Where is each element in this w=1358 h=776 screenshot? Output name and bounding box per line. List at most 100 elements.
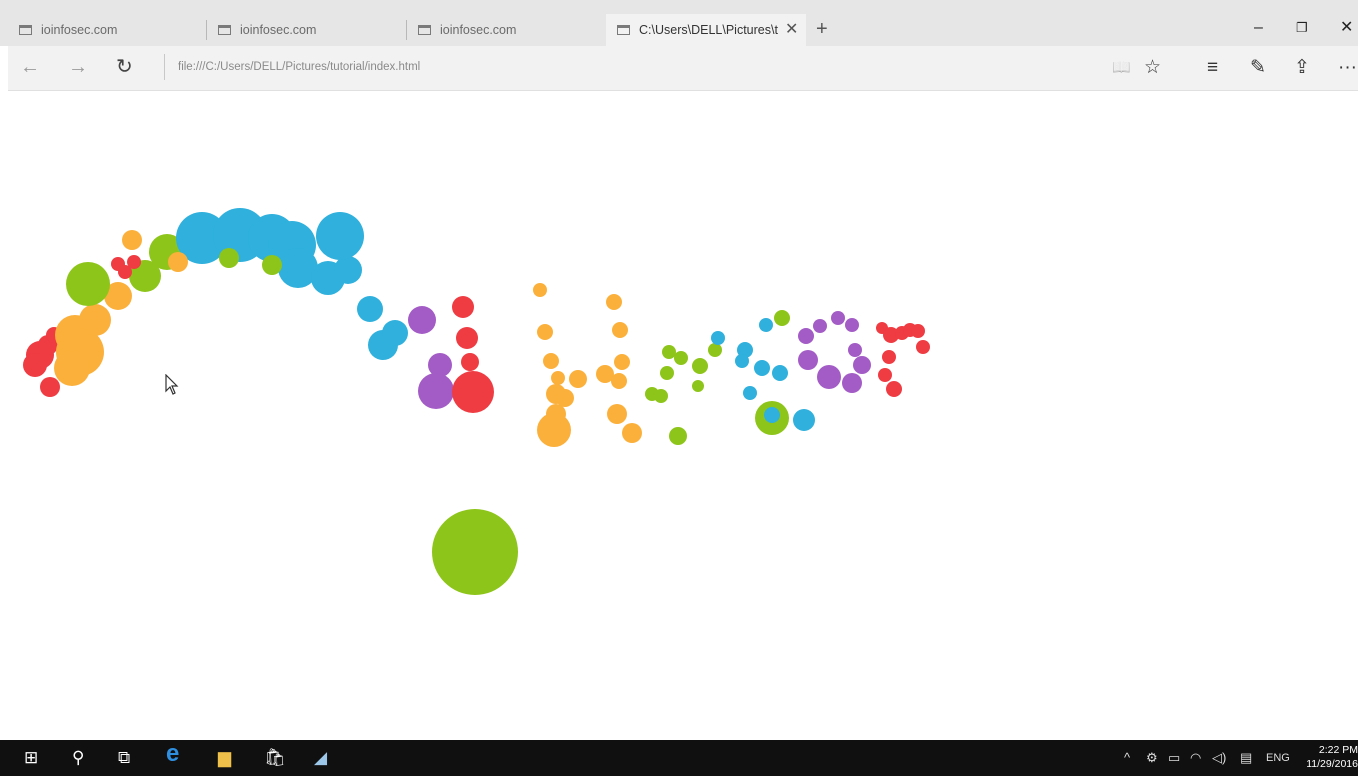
tab-icon (218, 25, 231, 35)
star-icon[interactable]: ☆ (1144, 56, 1161, 80)
bubble-orange (606, 294, 622, 310)
bubble-red (878, 368, 892, 382)
wifi-icon[interactable]: ◠ (1190, 750, 1201, 766)
bubble-orange (622, 423, 642, 443)
bubble-red (127, 255, 141, 269)
pen-icon[interactable]: ✎ (1250, 56, 1266, 80)
bubble-purple (817, 365, 841, 389)
close-icon[interactable]: ✕ (785, 20, 798, 40)
bubble-purple (798, 328, 814, 344)
title-bar: ioinfosec.com ioinfosec.com ioinfosec.co… (0, 0, 1358, 46)
tab-active[interactable]: C:\Users\DELL\Pictures\t (606, 14, 806, 46)
bubble-blue (764, 407, 780, 423)
hub-icon[interactable]: ≡ (1207, 56, 1218, 80)
bubble-orange (533, 283, 547, 297)
tab-icon (617, 25, 630, 35)
bubble-blue (743, 386, 757, 400)
bubble-blue (735, 354, 749, 368)
bubble-orange (556, 389, 574, 407)
bubble-blue (334, 256, 362, 284)
app-icon[interactable]: ◢ (314, 746, 327, 770)
bubble-red (882, 350, 896, 364)
task-view-icon[interactable]: ⧉ (118, 746, 130, 770)
bubble-purple (798, 350, 818, 370)
bubble-purple (408, 306, 436, 334)
bubble-blue (316, 212, 364, 260)
clock[interactable]: 2:22 PM 11/29/2016 (1306, 743, 1358, 771)
address-bar[interactable]: file:///C:/Users/DELL/Pictures/tutorial/… (178, 61, 420, 73)
bubble-green (669, 427, 687, 445)
back-icon[interactable]: ← (20, 54, 40, 80)
language-indicator[interactable]: ENG (1266, 750, 1290, 766)
bubble-blue (382, 320, 408, 346)
close-window-button[interactable]: ✕ (1340, 18, 1353, 38)
bubble-red (40, 377, 60, 397)
bubble-green (262, 255, 282, 275)
tab-icon (19, 25, 32, 35)
bubble-purple (831, 311, 845, 325)
bubble-green (662, 345, 676, 359)
edge-icon[interactable]: e (166, 742, 179, 766)
plus-icon[interactable]: + (816, 17, 828, 41)
bubble-blue (772, 365, 788, 381)
volume-icon[interactable]: ◁) (1212, 750, 1226, 766)
bubble-orange (122, 230, 142, 250)
bubble-purple (848, 343, 862, 357)
bubble-green (432, 509, 518, 595)
minimize-button[interactable]: – (1254, 18, 1263, 38)
tab-3[interactable]: ioinfosec.com (407, 14, 605, 46)
bubble-orange (614, 354, 630, 370)
bubble-green (692, 358, 708, 374)
bubble-red (886, 381, 902, 397)
tab-icon (418, 25, 431, 35)
bubble-orange (168, 252, 188, 272)
bubble-blue (793, 409, 815, 431)
bubble-orange (607, 404, 627, 424)
more-icon[interactable]: ··· (1338, 56, 1357, 80)
bubble-orange (54, 350, 90, 386)
bubble-green (219, 248, 239, 268)
share-icon[interactable]: ⇪ (1294, 56, 1310, 80)
bubble-red (452, 296, 474, 318)
bubble-green (66, 262, 110, 306)
bubble-purple (853, 356, 871, 374)
tab-label: C:\Users\DELL\Pictures\t (639, 23, 778, 37)
folder-icon[interactable]: ▆ (218, 746, 231, 770)
bubble-animation (23, 208, 930, 595)
store-icon[interactable]: 🛍 (264, 746, 286, 770)
windows-icon[interactable]: ⊞ (24, 746, 38, 770)
bubble-red (911, 324, 925, 338)
restore-button[interactable]: ❐ (1296, 18, 1308, 38)
bubble-red (461, 353, 479, 371)
notification-icon[interactable]: ▤ (1240, 750, 1252, 766)
refresh-icon[interactable]: ↻ (116, 54, 133, 80)
page-content (0, 91, 1358, 740)
search-icon[interactable]: ⚲ (72, 746, 84, 770)
forward-icon[interactable]: → (68, 54, 88, 80)
cursor-icon (165, 374, 179, 395)
bubble-purple (428, 353, 452, 377)
tab-1[interactable]: ioinfosec.com (8, 14, 206, 46)
bubble-green (654, 389, 668, 403)
bubble-blue (711, 331, 725, 345)
clock-date: 11/29/2016 (1306, 758, 1358, 770)
address-divider (164, 54, 165, 80)
tab-2[interactable]: ioinfosec.com (207, 14, 405, 46)
bubble-orange (79, 304, 111, 336)
bubble-orange (611, 373, 627, 389)
tab-label: ioinfosec.com (41, 23, 118, 37)
network-icon[interactable]: ⚙ (1146, 750, 1158, 766)
clock-time: 2:22 PM (1318, 744, 1358, 756)
tray-chevron-icon[interactable]: ^ (1124, 750, 1130, 766)
bubble-orange (546, 404, 566, 424)
taskbar: ⊞ ⚲ ⧉ e ▆ 🛍 ◢ ^ ⚙ ▭ ◠ ◁) ▤ ENG 2:22 PM 1… (0, 740, 1358, 776)
bubble-red (456, 327, 478, 349)
bubble-red (452, 371, 494, 413)
battery-icon[interactable]: ▭ (1168, 750, 1180, 766)
tab-label: ioinfosec.com (240, 23, 317, 37)
bubble-purple (418, 373, 454, 409)
bubble-orange (543, 353, 559, 369)
tab-label: ioinfosec.com (440, 23, 517, 37)
bubble-green (660, 366, 674, 380)
book-icon[interactable]: 📖 (1112, 56, 1131, 80)
